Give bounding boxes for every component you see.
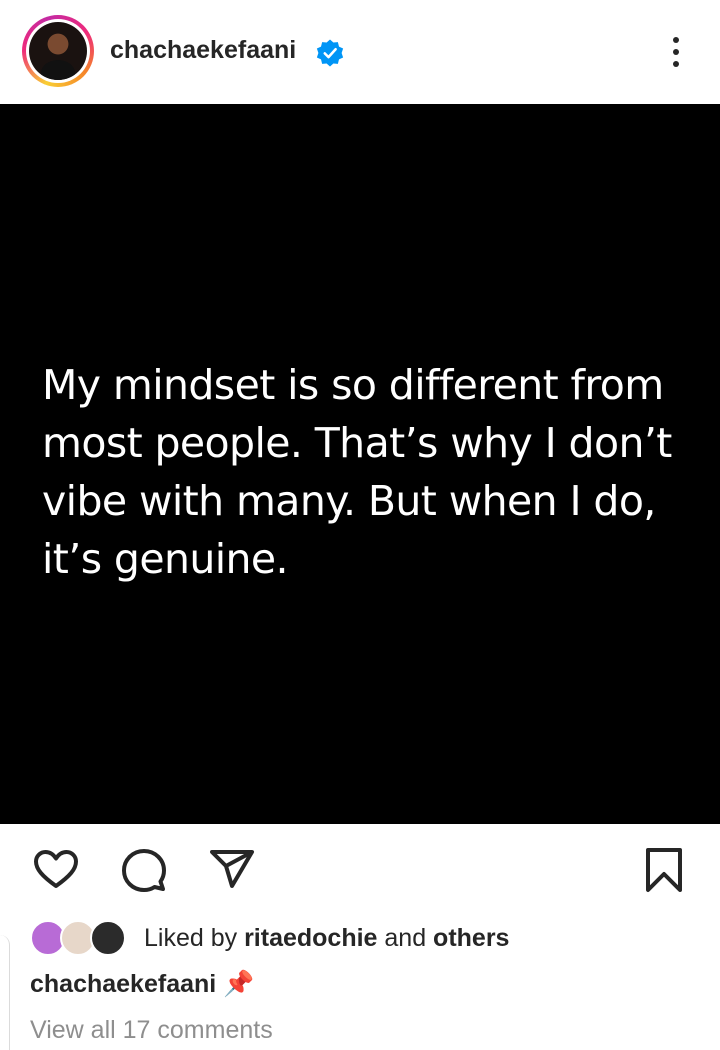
action-bar bbox=[0, 824, 720, 914]
likes-row[interactable]: Liked by ritaedochie and others bbox=[30, 918, 720, 958]
comment-icon[interactable] bbox=[120, 846, 168, 894]
avatar[interactable] bbox=[22, 15, 94, 87]
edge-divider bbox=[0, 935, 10, 1050]
heart-icon[interactable] bbox=[32, 846, 80, 894]
more-vertical-icon[interactable] bbox=[660, 32, 692, 72]
post-image[interactable]: My mindset is so different from most peo… bbox=[0, 104, 720, 824]
view-comments-link[interactable]: View all 17 comments bbox=[30, 1016, 273, 1045]
liker-avatar bbox=[90, 920, 126, 956]
quote-text: My mindset is so different from most peo… bbox=[42, 356, 702, 588]
quote-line: vibe with many. But when I do, bbox=[42, 477, 656, 525]
quote-line: most people. That’s why I don’t bbox=[42, 419, 672, 467]
share-icon[interactable] bbox=[208, 846, 256, 894]
caption: chachaekefaani 📌 bbox=[30, 970, 254, 999]
verified-badge-icon bbox=[316, 39, 344, 67]
quote-line: it’s genuine. bbox=[42, 535, 289, 583]
likes-others[interactable]: others bbox=[433, 924, 509, 952]
pushpin-icon: 📌 bbox=[223, 970, 255, 998]
post-header: chachaekefaani bbox=[0, 0, 720, 104]
caption-username[interactable]: chachaekefaani bbox=[30, 970, 216, 998]
avatar-photo bbox=[29, 22, 87, 80]
bookmark-icon[interactable] bbox=[640, 846, 688, 894]
likes-text: Liked by ritaedochie and others bbox=[144, 924, 510, 952]
quote-line: My mindset is so different from bbox=[42, 361, 664, 409]
username-link[interactable]: chachaekefaani bbox=[110, 36, 296, 65]
liker-username[interactable]: ritaedochie bbox=[244, 924, 377, 952]
